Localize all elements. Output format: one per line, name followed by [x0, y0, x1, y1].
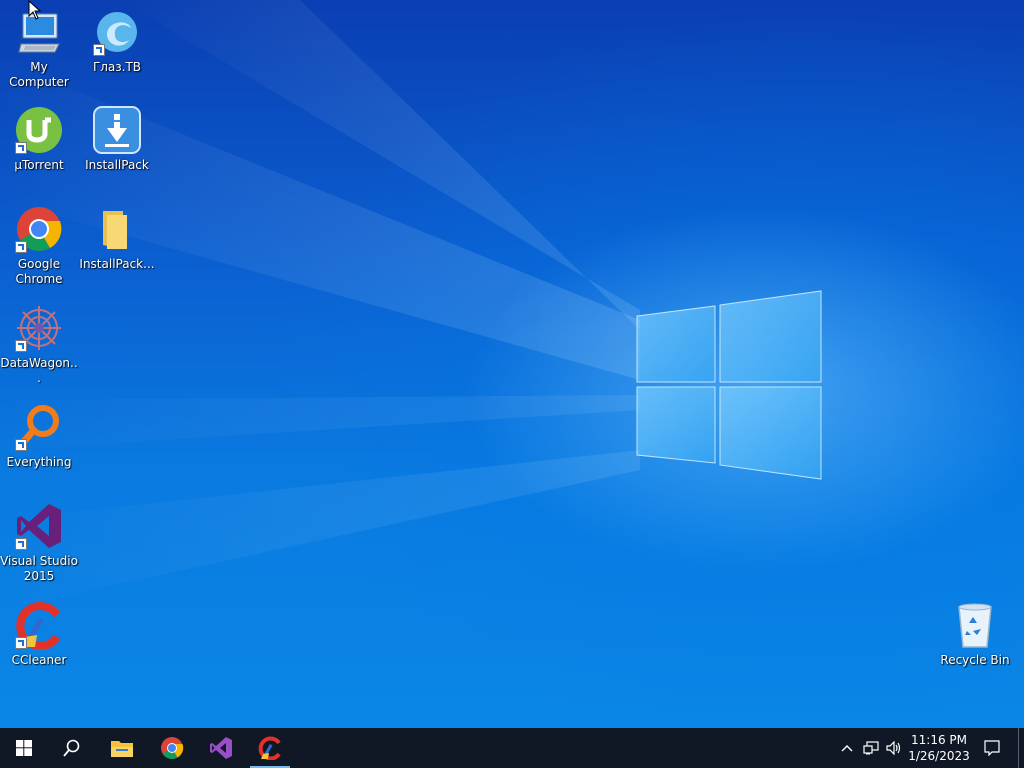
glaz-tv-icon: [93, 8, 141, 56]
shortcut-arrow-icon: [93, 44, 105, 56]
search-button[interactable]: [48, 728, 96, 768]
desktop-icon-glaz-tv[interactable]: Глаз.ТВ: [78, 8, 156, 75]
action-center-button[interactable]: [980, 728, 1004, 768]
network-button[interactable]: [860, 728, 882, 768]
shortcut-arrow-icon: [15, 142, 27, 154]
desktop[interactable]: My Computer Глаз.ТВ µTorrent InstallPack…: [0, 0, 1024, 728]
taskbar-clock[interactable]: 11:16 PM 1/26/2023: [904, 728, 974, 768]
visual-studio-icon: [210, 737, 232, 759]
show-desktop-button[interactable]: [1018, 728, 1019, 768]
desktop-icon-label: Recycle Bin: [940, 653, 1010, 667]
shortcut-arrow-icon: [15, 340, 27, 352]
chrome-icon: [15, 205, 63, 253]
volume-button[interactable]: [883, 728, 905, 768]
desktop-icon-label: InstallPack: [85, 158, 149, 172]
clock-time: 11:16 PM: [911, 733, 967, 747]
show-hidden-icons-button[interactable]: [836, 728, 858, 768]
chrome-taskbar-button[interactable]: [148, 728, 196, 768]
recycle-bin-icon: [951, 601, 999, 649]
utorrent-icon: [15, 106, 63, 154]
desktop-icon-utorrent[interactable]: µTorrent: [0, 106, 78, 173]
desktop-icon-datawagon[interactable]: DataWagon...: [0, 304, 78, 386]
taskbar: 11:16 PM 1/26/2023: [0, 728, 1024, 768]
desktop-icon-label: Everything: [6, 455, 72, 469]
action-center-icon: [984, 740, 1000, 756]
installpack-icon: [93, 106, 141, 154]
windows-start-icon: [16, 740, 32, 756]
everything-search-icon: [15, 403, 63, 451]
desktop-icon-visual-studio[interactable]: Visual Studio 2015: [0, 502, 78, 584]
ccleaner-icon: [15, 601, 63, 650]
network-icon: [863, 741, 879, 755]
folder-icon: [93, 205, 141, 253]
file-explorer-button[interactable]: [98, 728, 146, 768]
shortcut-arrow-icon: [15, 637, 27, 649]
ccleaner-taskbar-button[interactable]: [246, 728, 294, 768]
chevron-up-icon: [841, 745, 853, 752]
start-button[interactable]: [0, 728, 48, 768]
ccleaner-icon: [258, 736, 281, 760]
visual-studio-taskbar-button[interactable]: [197, 728, 245, 768]
windows-logo: [636, 290, 822, 480]
visual-studio-icon: [15, 502, 63, 550]
shortcut-arrow-icon: [15, 241, 27, 253]
desktop-icon-label: CCleaner: [11, 653, 67, 667]
desktop-icon-label: Google Chrome: [15, 257, 63, 286]
shortcut-arrow-icon: [15, 439, 27, 451]
datawagon-icon: [15, 304, 63, 352]
volume-icon: [886, 741, 901, 755]
desktop-icon-recycle-bin[interactable]: Recycle Bin: [936, 601, 1014, 668]
desktop-icon-everything[interactable]: Everything: [0, 403, 78, 470]
desktop-icon-ccleaner[interactable]: CCleaner: [0, 601, 78, 668]
clock-date: 1/26/2023: [908, 749, 970, 763]
mouse-cursor-icon: [28, 0, 42, 20]
desktop-icon-my-computer[interactable]: My Computer: [0, 8, 78, 90]
desktop-icon-installpack-folder[interactable]: InstallPack...: [78, 205, 156, 272]
shortcut-arrow-icon: [15, 538, 27, 550]
desktop-icon-label: Visual Studio 2015: [0, 554, 78, 583]
folder-icon: [111, 741, 133, 757]
desktop-icon-label: DataWagon...: [0, 356, 78, 385]
desktop-icon-label: My Computer: [9, 60, 69, 89]
desktop-icon-google-chrome[interactable]: Google Chrome: [0, 205, 78, 287]
chrome-icon: [161, 737, 184, 759]
desktop-icon-installpack[interactable]: InstallPack: [78, 106, 156, 173]
desktop-icon-label: Глаз.ТВ: [92, 60, 142, 74]
search-icon: [63, 739, 80, 757]
desktop-icon-label: µTorrent: [14, 158, 64, 172]
desktop-icon-label: InstallPack...: [79, 257, 155, 271]
